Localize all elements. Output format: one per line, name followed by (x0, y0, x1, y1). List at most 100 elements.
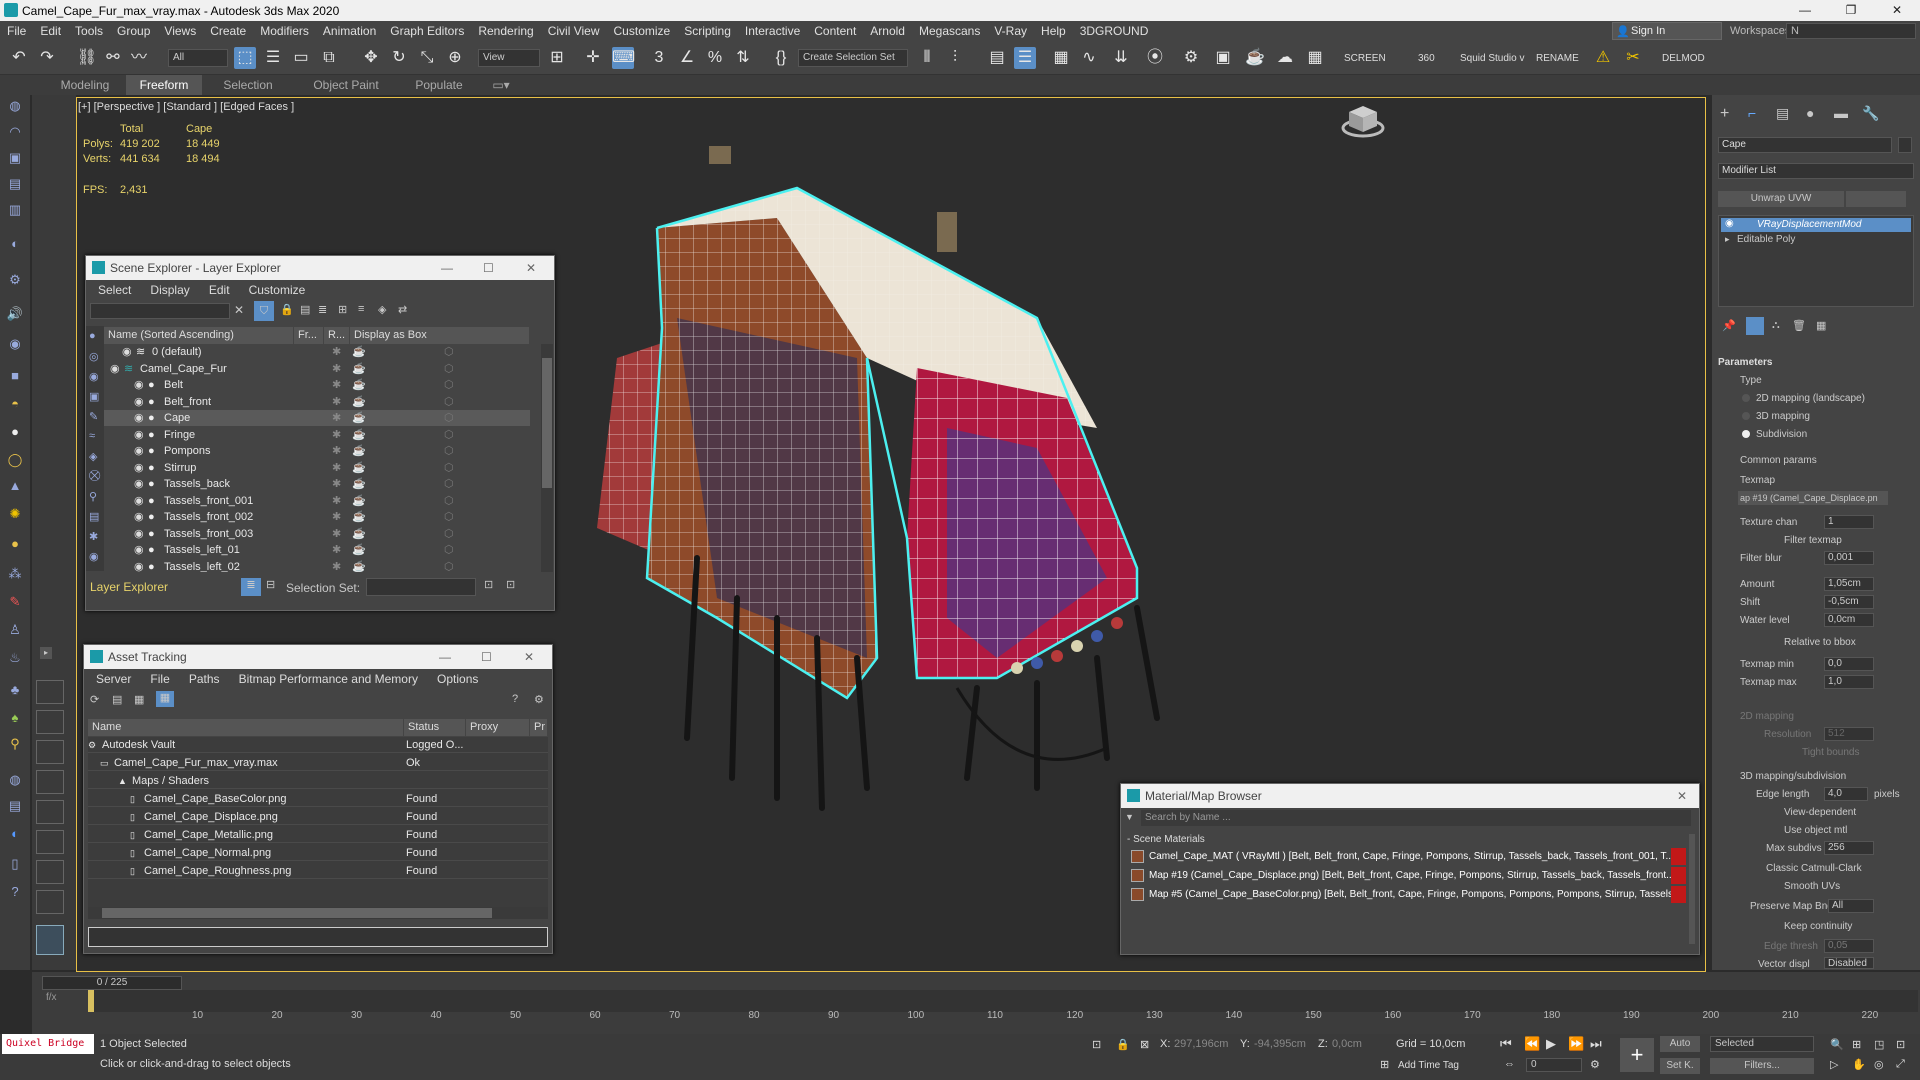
viewport-tool-icon[interactable]: ◍ (6, 97, 24, 115)
360-button[interactable]: 360 (1418, 53, 1435, 64)
render-icon[interactable]: ☕ (352, 476, 366, 492)
se-menu-select[interactable]: Select (90, 280, 139, 300)
pan-icon[interactable]: ✋ (1852, 1058, 1866, 1071)
freeze-icon[interactable]: ✱ (332, 493, 341, 509)
freeze-icon[interactable]: ✱ (332, 460, 341, 476)
helper-icon[interactable]: ⚙ (6, 271, 24, 289)
filter-warps-icon[interactable]: ≈ (89, 430, 95, 442)
param-field[interactable]: 0,0 (1824, 657, 1874, 671)
freeze-icon[interactable]: ✱ (332, 443, 341, 459)
radio-3d-mapping[interactable] (1742, 412, 1750, 420)
previous-frame-icon[interactable]: ⏪ (1524, 1036, 1540, 1052)
menu-group[interactable]: Group (110, 24, 157, 38)
display-box-icon[interactable]: ⬡ (444, 476, 454, 492)
layer-row[interactable]: ◉ ● Tassels_back ✱ ☕ ⬡ (104, 476, 530, 492)
visibility-eye-icon[interactable]: ◉ (134, 377, 144, 393)
keep-continuity-checkbox[interactable]: Keep continuity (1784, 921, 1852, 932)
snaps-toggle-icon[interactable]: 3 (648, 47, 670, 69)
param-field[interactable]: 0,0cm (1824, 613, 1874, 627)
edge-length-field[interactable]: 4,0 (1824, 787, 1868, 801)
asset-row[interactable]: ▯ Camel_Cape_Metallic.png Found (88, 827, 548, 843)
expand-layouts-icon[interactable]: ▸ (40, 647, 52, 659)
display-box-icon[interactable]: ⬡ (444, 559, 454, 573)
visibility-eye-icon[interactable]: ◉ (134, 526, 144, 542)
light-icon[interactable]: ◐ (6, 235, 24, 253)
stack-editable-poly[interactable]: Editable Poly (1737, 234, 1795, 245)
at-menu-options[interactable]: Options (429, 669, 486, 689)
rename-button[interactable]: RENAME (1536, 53, 1579, 64)
se-menu-edit[interactable]: Edit (201, 280, 238, 300)
layer-row[interactable]: ◉ ● Tassels_left_02 ✱ ☕ ⬡ (104, 559, 530, 573)
globe-icon[interactable]: ◍ (6, 771, 24, 789)
visibility-eye-icon[interactable]: ◉ (134, 509, 144, 525)
sign-in-button[interactable]: 👤 Sign In (1612, 22, 1722, 40)
menu-arnold[interactable]: Arnold (863, 24, 912, 38)
se-col-name[interactable]: Name (Sorted Ascending) (104, 327, 294, 344)
asset-row[interactable]: ▯ Camel_Cape_BaseColor.png Found (88, 791, 548, 807)
visibility-eye-icon[interactable]: ◉ (134, 394, 144, 410)
layer-row[interactable]: ◉ ● Pompons ✱ ☕ ⬡ (104, 443, 530, 459)
at-refresh-icon[interactable]: ⟳ (90, 693, 99, 706)
particles-icon[interactable]: ⁂ (6, 565, 24, 583)
material-row[interactable]: Map #19 (Camel_Cape_Displace.png) [Belt,… (1131, 867, 1686, 884)
percent-snap-icon[interactable]: % (704, 47, 726, 69)
at-col-pr[interactable]: Pr (530, 719, 548, 736)
preserve-map-dropdown[interactable]: All (1828, 899, 1874, 913)
menu-vray[interactable]: V-Ray (987, 24, 1034, 38)
smooth-uvs-checkbox[interactable]: Smooth UVs (1784, 881, 1840, 892)
bind-space-warp-icon[interactable]: 〰 (128, 47, 150, 69)
display-box-icon[interactable]: ⬡ (444, 410, 454, 426)
display-box-icon[interactable]: ⬡ (444, 526, 454, 542)
asset-row[interactable]: ▯ Camel_Cape_Roughness.png Found (88, 863, 548, 879)
plant-icon[interactable]: ♣ (6, 681, 24, 699)
move-icon[interactable]: ✥ (360, 47, 382, 69)
menu-edit[interactable]: Edit (33, 24, 68, 38)
toggle-scene-explorer-icon[interactable]: ▤ (986, 47, 1008, 69)
se-search-input[interactable] (90, 303, 230, 319)
schematic-view-icon[interactable]: ⇊ (1110, 47, 1132, 69)
se-highlight-icon[interactable]: ◈ (378, 303, 386, 316)
render-icon[interactable]: ☕ (352, 443, 366, 459)
se-maximize-icon[interactable]: ☐ (483, 256, 494, 280)
filter-containers-icon[interactable]: ▤ (89, 510, 99, 523)
menu-interactive[interactable]: Interactive (738, 24, 807, 38)
go-to-start-icon[interactable]: ⏮ (1500, 1036, 1512, 1052)
asset-row[interactable]: ▭ Camel_Cape_Fur_max_vray.max Ok (88, 755, 548, 771)
freeze-icon[interactable]: ✱ (332, 427, 341, 443)
pivot-center-icon[interactable]: ⊞ (546, 47, 568, 69)
edit-named-selection-icon[interactable]: {} (770, 47, 792, 69)
tab-populate[interactable]: Populate (404, 75, 474, 95)
show-end-result-icon[interactable] (1746, 317, 1764, 335)
mb-close-icon[interactable]: ✕ (1677, 784, 1687, 808)
render-icon[interactable]: ☕ (352, 542, 366, 558)
curve-editor-icon[interactable]: ∿ (1078, 47, 1100, 69)
layer-row[interactable]: ◉ ● Tassels_front_002 ✱ ☕ ⬡ (104, 509, 530, 525)
freeze-icon[interactable]: ✱ (332, 377, 341, 393)
layout-7[interactable] (36, 860, 64, 884)
menu-civil-view[interactable]: Civil View (541, 24, 607, 38)
squid-studio-button[interactable]: Squid Studio v (1460, 53, 1525, 64)
help-circle-icon[interactable]: ? (6, 883, 24, 901)
visibility-eye-icon[interactable]: ◉ (134, 476, 144, 492)
layer-row[interactable]: ◉ ● Stirrup ✱ ☕ ⬡ (104, 460, 530, 476)
remove-modifier-icon[interactable]: 🗑 (1792, 319, 1806, 332)
param-label[interactable]: Filter texmap (1784, 535, 1842, 546)
reference-coordinate-dropdown[interactable]: View (478, 49, 540, 67)
fov-icon[interactable]: ▷ (1830, 1058, 1838, 1071)
render-icon[interactable]: ☕ (352, 344, 366, 360)
tab-freeform[interactable]: Freeform (126, 75, 202, 95)
align-icon[interactable]: ⫶ (944, 47, 966, 69)
set-key-button[interactable]: Set K. (1660, 1058, 1700, 1074)
select-by-name-icon[interactable]: ☰ (262, 47, 284, 69)
scale-icon[interactable]: ⤡ (416, 47, 438, 69)
grid-icon[interactable]: ▦ (1304, 47, 1326, 69)
key-filter-dropdown[interactable]: Selected (1710, 1036, 1814, 1052)
delmod-button[interactable]: DELMOD (1662, 53, 1705, 64)
display-box-icon[interactable]: ⬡ (444, 460, 454, 476)
selection-filter-dropdown[interactable]: All (168, 49, 228, 67)
key-mode-icon[interactable]: ⇔ (1504, 1058, 1515, 1070)
render-icon[interactable]: ☕ (352, 526, 366, 542)
stack-vray-displacement[interactable]: VRayDisplacementMod (1721, 218, 1911, 232)
visibility-eye-icon[interactable]: ◉ (134, 542, 144, 558)
rectangular-selection-icon[interactable]: ▭ (290, 47, 312, 69)
